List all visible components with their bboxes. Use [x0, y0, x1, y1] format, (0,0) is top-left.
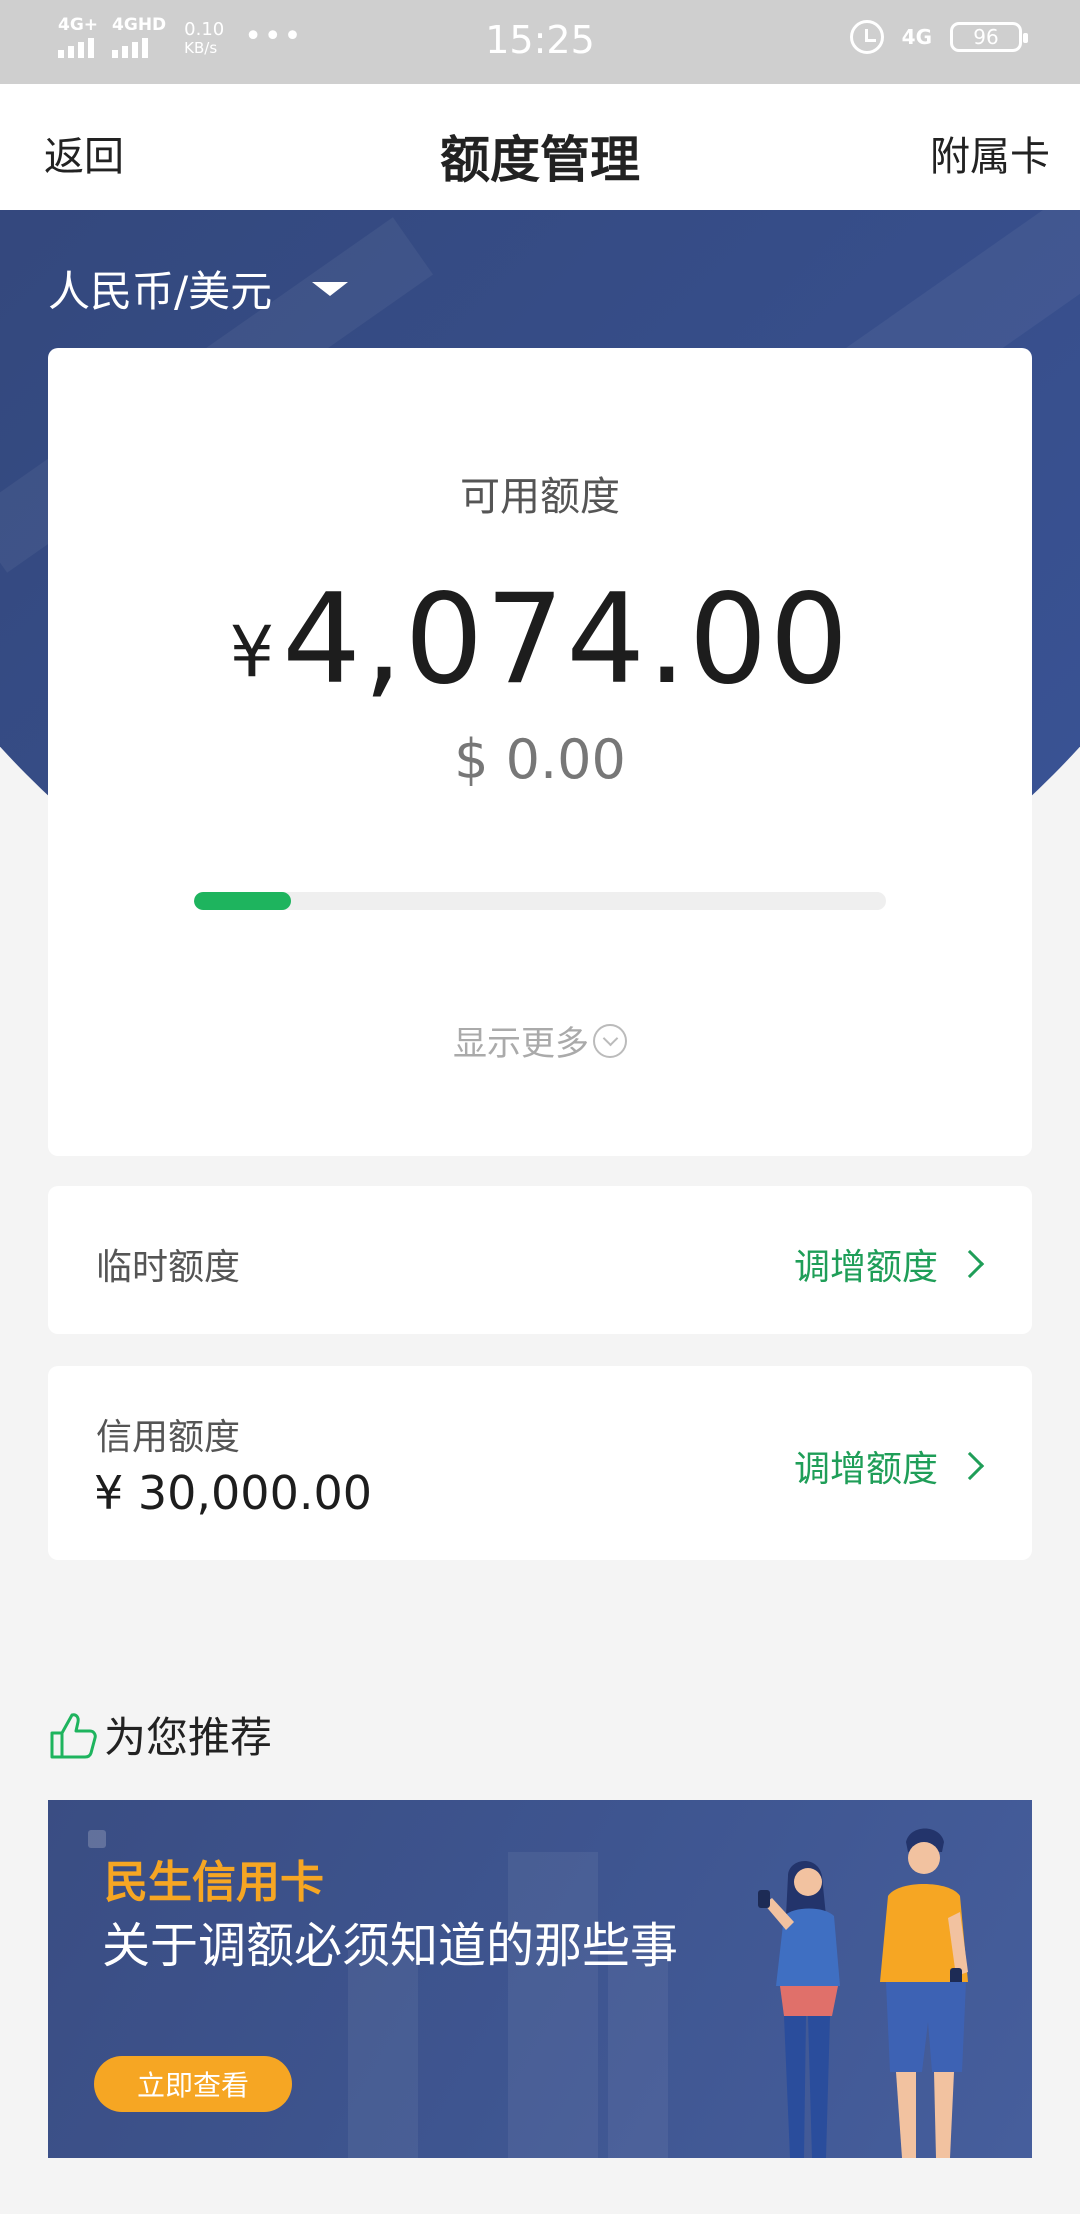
- chevron-down-circle-icon: [593, 1023, 627, 1058]
- supplementary-card-button[interactable]: 附属卡: [930, 124, 1050, 182]
- dropdown-caret-icon: [312, 281, 349, 296]
- increase-temporary-limit-button[interactable]: 调增额度: [794, 1238, 988, 1290]
- battery-level: 96: [973, 25, 999, 49]
- chevron-right-icon: [955, 1249, 985, 1279]
- alarm-icon: [849, 20, 884, 54]
- thumbs-up-icon: [50, 1712, 97, 1758]
- temporary-limit-label: 临时额度: [96, 1247, 241, 1288]
- man-with-phone-illustration: [880, 1828, 968, 2158]
- currency-selector-label: 人民币/美元: [48, 267, 273, 316]
- view-now-button[interactable]: 立即查看: [94, 2056, 292, 2112]
- rmb-amount: 4,074.00: [282, 568, 851, 712]
- credit-limit-row: 信用额度 ¥ 30,000.00 调增额度: [48, 1366, 1032, 1560]
- chevron-right-icon: [955, 1451, 985, 1481]
- network-4g-icon: 4G: [901, 25, 932, 49]
- banner-building: [348, 1950, 418, 2158]
- banner-brand: 民生信用卡: [104, 1857, 324, 1908]
- temporary-limit-row: 临时额度 调增额度: [48, 1186, 1032, 1334]
- recommend-title-label: 为您推荐: [104, 1713, 273, 1762]
- available-limit-usd: $ 0.00: [454, 728, 626, 791]
- available-limit-rmb: ¥4,074.00: [48, 568, 1032, 712]
- increase-credit-limit-button[interactable]: 调增额度: [794, 1440, 988, 1492]
- banner-building: [508, 1852, 598, 2158]
- nav-bar: 返回 额度管理 附属卡: [0, 84, 1080, 210]
- page-title: 额度管理: [440, 131, 640, 189]
- available-limit-label: 可用额度: [460, 474, 620, 520]
- limit-usage-progress: [194, 892, 886, 910]
- limit-usage-progress-fill: [194, 892, 291, 910]
- promo-banner[interactable]: 民生信用卡 关于调额必须知道的那些事 立即查看: [48, 1800, 1032, 2158]
- status-right: 4G 96: [849, 20, 1028, 54]
- woman-with-phone-illustration: [758, 1860, 840, 2158]
- rmb-symbol: ¥: [229, 611, 275, 693]
- banner-headline: 关于调额必须知道的那些事: [102, 1918, 679, 1974]
- battery-icon: 96: [950, 22, 1028, 52]
- show-more-button[interactable]: 显示更多: [48, 1016, 1032, 1065]
- currency-selector[interactable]: 人民币/美元: [48, 258, 349, 319]
- status-bar: 4G+ 4GHD 0.10 KB/s ••• 15:25 4G 96: [0, 0, 1080, 84]
- increase-limit-label: 调增额度: [793, 1247, 938, 1288]
- available-limit-card: 可用额度 ¥4,074.00 $ 0.00 显示更多: [48, 348, 1032, 1156]
- show-more-label: 显示更多: [453, 1024, 589, 1064]
- increase-limit-label: 调增额度: [793, 1449, 938, 1490]
- credit-limit-value: ¥ 30,000.00: [94, 1466, 372, 1520]
- recommend-section-title: 为您推荐: [48, 1704, 272, 1765]
- credit-limit-label: 信用额度: [96, 1417, 241, 1458]
